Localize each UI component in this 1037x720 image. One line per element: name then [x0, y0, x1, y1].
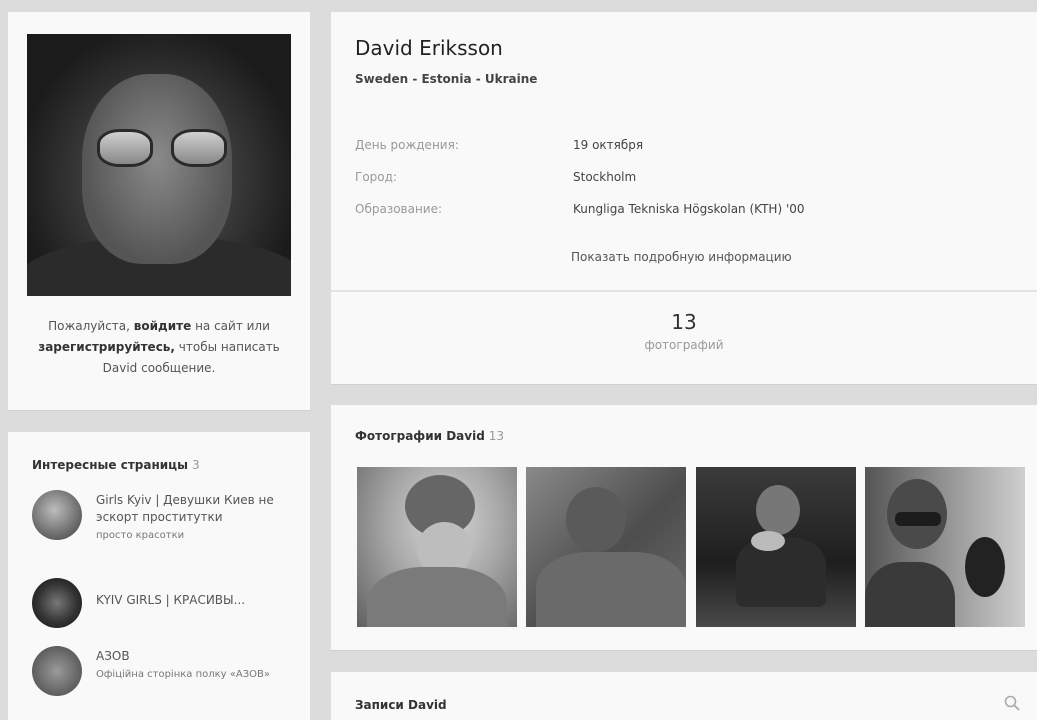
info-value[interactable]: Stockholm [573, 170, 1033, 184]
interesting-pages-count: 3 [191, 458, 200, 472]
page-subtitle: Офіційна сторінка полку «АЗОВ» [96, 669, 270, 680]
show-details-link[interactable]: Показать подробную информацию [571, 250, 792, 264]
divider [331, 290, 1037, 292]
login-note: Пожалуйста, войдите на сайт или зарегист… [22, 316, 296, 379]
interesting-pages-title[interactable]: Интересные страницы 3 [32, 458, 200, 472]
info-value[interactable]: Kungliga Tekniska Högskolan (KTH) '00 [573, 202, 1033, 216]
photos-counter-label: фотографий [644, 338, 724, 352]
photo-thumbnail[interactable] [696, 467, 856, 627]
avatar[interactable] [27, 34, 291, 296]
photo-thumbnail[interactable] [357, 467, 517, 627]
photo-thumbnail[interactable] [865, 467, 1025, 627]
login-note-text: Пожалуйста, [48, 319, 130, 333]
avatar-sunglasses [97, 129, 227, 169]
page-avatar[interactable] [32, 578, 82, 628]
login-note-text: на сайт или [195, 319, 270, 333]
wall-title[interactable]: Записи David [355, 698, 447, 712]
info-label: День рождения: [355, 138, 459, 152]
interesting-pages-card: Интересные страницы 3 Girls Kyiv | Девушк… [8, 432, 310, 720]
list-item[interactable]: Girls Kyiv | Девушки Киев не эскорт прос… [32, 490, 302, 550]
photos-title-label: Фотографии David [355, 429, 485, 443]
page-avatar[interactable] [32, 646, 82, 696]
photos-counter-number: 13 [671, 310, 697, 334]
profile-status: Sweden - Estonia - Ukraine [355, 72, 538, 86]
page-avatar[interactable] [32, 490, 82, 540]
avatar-face [82, 74, 232, 264]
photos-title-count: 13 [488, 429, 505, 443]
login-link[interactable]: войдите [134, 319, 191, 333]
info-value[interactable]: 19 октября [573, 138, 1033, 152]
page-name[interactable]: АЗОВ [96, 648, 296, 665]
search-icon[interactable] [1003, 694, 1021, 712]
wall-card: Записи David [331, 672, 1037, 720]
photos-title[interactable]: Фотографии David 13 [355, 429, 504, 443]
photos-card: Фотографии David 13 [331, 405, 1037, 650]
info-label: Город: [355, 170, 397, 184]
page-name[interactable]: Girls Kyiv | Девушки Киев не эскорт прос… [96, 492, 296, 526]
list-item[interactable]: KYIV GIRLS | КРАСИВЫ... [32, 578, 302, 630]
info-label: Образование: [355, 202, 443, 216]
photos-counter[interactable]: 13 фотографий [331, 310, 1037, 352]
page-name[interactable]: KYIV GIRLS | КРАСИВЫ... [96, 592, 296, 609]
interesting-pages-label: Интересные страницы [32, 458, 188, 472]
page-subtitle: просто красотки [96, 530, 185, 541]
profile-name: David Eriksson [355, 36, 503, 60]
photo-thumbnail[interactable] [526, 467, 686, 627]
profile-page: Пожалуйста, войдите на сайт или зарегист… [0, 0, 1037, 720]
avatar-card: Пожалуйста, войдите на сайт или зарегист… [8, 12, 310, 410]
list-item[interactable]: АЗОВ Офіційна сторінка полку «АЗОВ» [32, 646, 302, 706]
register-link[interactable]: зарегистрируйтесь, [38, 340, 175, 354]
profile-info-card: David Eriksson Sweden - Estonia - Ukrain… [331, 12, 1037, 384]
